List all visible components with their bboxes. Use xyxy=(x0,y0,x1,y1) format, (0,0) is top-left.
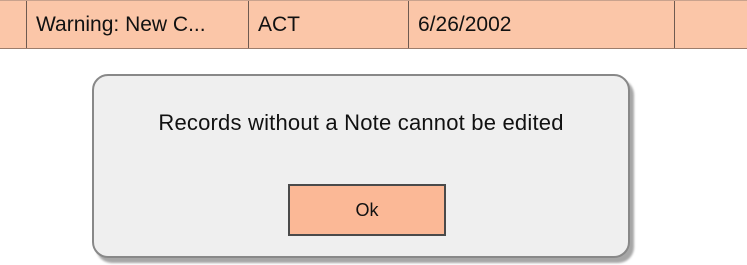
description-cell[interactable]: Warning: New C... xyxy=(27,1,249,48)
code-cell[interactable]: ACT xyxy=(249,1,409,48)
row-selector-cell[interactable] xyxy=(0,1,27,48)
alert-dialog: Records without a Note cannot be edited … xyxy=(92,74,630,258)
ok-button[interactable]: Ok xyxy=(288,184,446,236)
extra-cell[interactable] xyxy=(675,1,747,48)
table-row[interactable]: Warning: New C... ACT 6/26/2002 xyxy=(0,0,747,49)
date-cell[interactable]: 6/26/2002 xyxy=(409,1,675,48)
dialog-message: Records without a Note cannot be edited xyxy=(158,110,564,135)
